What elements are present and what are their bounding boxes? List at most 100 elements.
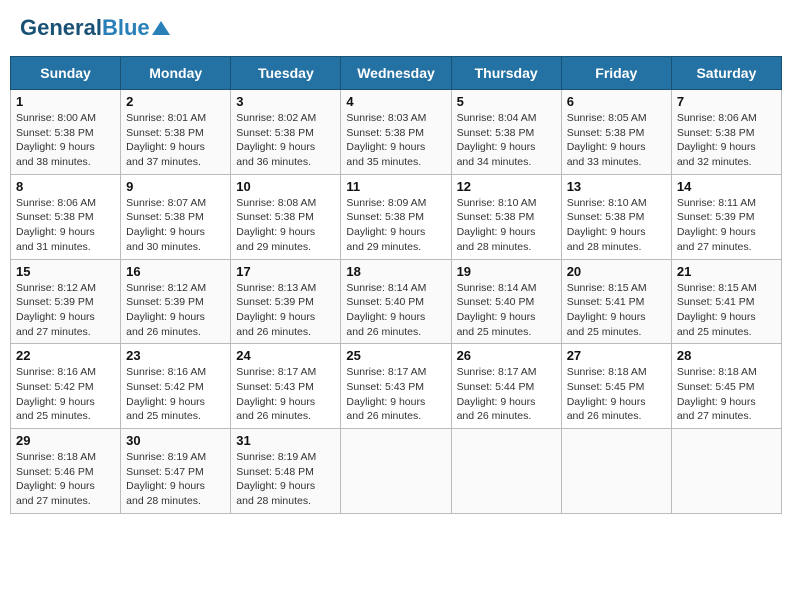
day-info: Sunrise: 8:10 AM Sunset: 5:38 PM Dayligh… bbox=[567, 197, 647, 253]
calendar-cell bbox=[451, 429, 561, 514]
day-info: Sunrise: 8:05 AM Sunset: 5:38 PM Dayligh… bbox=[567, 112, 647, 168]
day-info: Sunrise: 8:06 AM Sunset: 5:38 PM Dayligh… bbox=[16, 197, 96, 253]
day-number: 19 bbox=[457, 264, 556, 279]
day-info: Sunrise: 8:18 AM Sunset: 5:46 PM Dayligh… bbox=[16, 451, 96, 507]
day-number: 7 bbox=[677, 94, 776, 109]
logo-arrow-icon bbox=[152, 19, 170, 37]
day-number: 10 bbox=[236, 179, 335, 194]
calendar-cell bbox=[671, 429, 781, 514]
weekday-header: Monday bbox=[121, 57, 231, 90]
day-number: 17 bbox=[236, 264, 335, 279]
day-info: Sunrise: 8:09 AM Sunset: 5:38 PM Dayligh… bbox=[346, 197, 426, 253]
day-info: Sunrise: 8:12 AM Sunset: 5:39 PM Dayligh… bbox=[16, 282, 96, 338]
calendar-cell: 28 Sunrise: 8:18 AM Sunset: 5:45 PM Dayl… bbox=[671, 344, 781, 429]
day-info: Sunrise: 8:16 AM Sunset: 5:42 PM Dayligh… bbox=[16, 366, 96, 422]
day-info: Sunrise: 8:19 AM Sunset: 5:48 PM Dayligh… bbox=[236, 451, 316, 507]
day-info: Sunrise: 8:02 AM Sunset: 5:38 PM Dayligh… bbox=[236, 112, 316, 168]
calendar-cell: 14 Sunrise: 8:11 AM Sunset: 5:39 PM Dayl… bbox=[671, 174, 781, 259]
day-info: Sunrise: 8:06 AM Sunset: 5:38 PM Dayligh… bbox=[677, 112, 757, 168]
day-number: 18 bbox=[346, 264, 445, 279]
calendar-cell: 1 Sunrise: 8:00 AM Sunset: 5:38 PM Dayli… bbox=[11, 90, 121, 175]
day-info: Sunrise: 8:00 AM Sunset: 5:38 PM Dayligh… bbox=[16, 112, 96, 168]
day-number: 9 bbox=[126, 179, 225, 194]
day-info: Sunrise: 8:01 AM Sunset: 5:38 PM Dayligh… bbox=[126, 112, 206, 168]
day-info: Sunrise: 8:18 AM Sunset: 5:45 PM Dayligh… bbox=[677, 366, 757, 422]
day-number: 23 bbox=[126, 348, 225, 363]
day-info: Sunrise: 8:17 AM Sunset: 5:43 PM Dayligh… bbox=[346, 366, 426, 422]
day-info: Sunrise: 8:19 AM Sunset: 5:47 PM Dayligh… bbox=[126, 451, 206, 507]
day-number: 15 bbox=[16, 264, 115, 279]
calendar-cell: 25 Sunrise: 8:17 AM Sunset: 5:43 PM Dayl… bbox=[341, 344, 451, 429]
weekday-header: Wednesday bbox=[341, 57, 451, 90]
calendar-cell: 6 Sunrise: 8:05 AM Sunset: 5:38 PM Dayli… bbox=[561, 90, 671, 175]
day-number: 20 bbox=[567, 264, 666, 279]
day-number: 14 bbox=[677, 179, 776, 194]
calendar-week-row: 15 Sunrise: 8:12 AM Sunset: 5:39 PM Dayl… bbox=[11, 259, 782, 344]
calendar-cell: 21 Sunrise: 8:15 AM Sunset: 5:41 PM Dayl… bbox=[671, 259, 781, 344]
day-number: 27 bbox=[567, 348, 666, 363]
calendar-cell: 31 Sunrise: 8:19 AM Sunset: 5:48 PM Dayl… bbox=[231, 429, 341, 514]
day-info: Sunrise: 8:08 AM Sunset: 5:38 PM Dayligh… bbox=[236, 197, 316, 253]
day-info: Sunrise: 8:11 AM Sunset: 5:39 PM Dayligh… bbox=[677, 197, 756, 253]
day-number: 30 bbox=[126, 433, 225, 448]
day-info: Sunrise: 8:13 AM Sunset: 5:39 PM Dayligh… bbox=[236, 282, 316, 338]
calendar-week-row: 1 Sunrise: 8:00 AM Sunset: 5:38 PM Dayli… bbox=[11, 90, 782, 175]
calendar-cell: 15 Sunrise: 8:12 AM Sunset: 5:39 PM Dayl… bbox=[11, 259, 121, 344]
weekday-header: Sunday bbox=[11, 57, 121, 90]
day-number: 11 bbox=[346, 179, 445, 194]
calendar-week-row: 22 Sunrise: 8:16 AM Sunset: 5:42 PM Dayl… bbox=[11, 344, 782, 429]
day-number: 6 bbox=[567, 94, 666, 109]
calendar-cell: 5 Sunrise: 8:04 AM Sunset: 5:38 PM Dayli… bbox=[451, 90, 561, 175]
day-number: 28 bbox=[677, 348, 776, 363]
calendar-cell: 29 Sunrise: 8:18 AM Sunset: 5:46 PM Dayl… bbox=[11, 429, 121, 514]
calendar-cell: 2 Sunrise: 8:01 AM Sunset: 5:38 PM Dayli… bbox=[121, 90, 231, 175]
calendar-cell: 27 Sunrise: 8:18 AM Sunset: 5:45 PM Dayl… bbox=[561, 344, 671, 429]
calendar-body: 1 Sunrise: 8:00 AM Sunset: 5:38 PM Dayli… bbox=[11, 90, 782, 514]
day-info: Sunrise: 8:07 AM Sunset: 5:38 PM Dayligh… bbox=[126, 197, 206, 253]
calendar-cell bbox=[341, 429, 451, 514]
calendar-cell: 17 Sunrise: 8:13 AM Sunset: 5:39 PM Dayl… bbox=[231, 259, 341, 344]
calendar-cell: 13 Sunrise: 8:10 AM Sunset: 5:38 PM Dayl… bbox=[561, 174, 671, 259]
day-number: 24 bbox=[236, 348, 335, 363]
calendar-cell: 24 Sunrise: 8:17 AM Sunset: 5:43 PM Dayl… bbox=[231, 344, 341, 429]
calendar-cell: 9 Sunrise: 8:07 AM Sunset: 5:38 PM Dayli… bbox=[121, 174, 231, 259]
day-number: 4 bbox=[346, 94, 445, 109]
day-info: Sunrise: 8:15 AM Sunset: 5:41 PM Dayligh… bbox=[677, 282, 757, 338]
calendar-cell: 11 Sunrise: 8:09 AM Sunset: 5:38 PM Dayl… bbox=[341, 174, 451, 259]
calendar-week-row: 8 Sunrise: 8:06 AM Sunset: 5:38 PM Dayli… bbox=[11, 174, 782, 259]
day-info: Sunrise: 8:14 AM Sunset: 5:40 PM Dayligh… bbox=[457, 282, 537, 338]
calendar-cell: 22 Sunrise: 8:16 AM Sunset: 5:42 PM Dayl… bbox=[11, 344, 121, 429]
calendar-cell: 8 Sunrise: 8:06 AM Sunset: 5:38 PM Dayli… bbox=[11, 174, 121, 259]
day-info: Sunrise: 8:17 AM Sunset: 5:44 PM Dayligh… bbox=[457, 366, 537, 422]
day-number: 25 bbox=[346, 348, 445, 363]
calendar-week-row: 29 Sunrise: 8:18 AM Sunset: 5:46 PM Dayl… bbox=[11, 429, 782, 514]
day-info: Sunrise: 8:04 AM Sunset: 5:38 PM Dayligh… bbox=[457, 112, 537, 168]
day-number: 2 bbox=[126, 94, 225, 109]
day-number: 12 bbox=[457, 179, 556, 194]
calendar-header-row: SundayMondayTuesdayWednesdayThursdayFrid… bbox=[11, 57, 782, 90]
weekday-header: Tuesday bbox=[231, 57, 341, 90]
header: GeneralBlue bbox=[10, 10, 782, 46]
calendar-cell: 3 Sunrise: 8:02 AM Sunset: 5:38 PM Dayli… bbox=[231, 90, 341, 175]
day-info: Sunrise: 8:12 AM Sunset: 5:39 PM Dayligh… bbox=[126, 282, 206, 338]
day-number: 22 bbox=[16, 348, 115, 363]
calendar-cell: 12 Sunrise: 8:10 AM Sunset: 5:38 PM Dayl… bbox=[451, 174, 561, 259]
calendar-cell: 26 Sunrise: 8:17 AM Sunset: 5:44 PM Dayl… bbox=[451, 344, 561, 429]
day-number: 8 bbox=[16, 179, 115, 194]
day-info: Sunrise: 8:14 AM Sunset: 5:40 PM Dayligh… bbox=[346, 282, 426, 338]
day-number: 29 bbox=[16, 433, 115, 448]
calendar: SundayMondayTuesdayWednesdayThursdayFrid… bbox=[10, 56, 782, 514]
day-number: 16 bbox=[126, 264, 225, 279]
calendar-cell: 10 Sunrise: 8:08 AM Sunset: 5:38 PM Dayl… bbox=[231, 174, 341, 259]
calendar-cell: 19 Sunrise: 8:14 AM Sunset: 5:40 PM Dayl… bbox=[451, 259, 561, 344]
day-info: Sunrise: 8:16 AM Sunset: 5:42 PM Dayligh… bbox=[126, 366, 206, 422]
logo: GeneralBlue bbox=[20, 15, 170, 41]
calendar-cell bbox=[561, 429, 671, 514]
day-number: 5 bbox=[457, 94, 556, 109]
calendar-cell: 7 Sunrise: 8:06 AM Sunset: 5:38 PM Dayli… bbox=[671, 90, 781, 175]
day-number: 13 bbox=[567, 179, 666, 194]
logo-text: GeneralBlue bbox=[20, 15, 150, 41]
calendar-cell: 20 Sunrise: 8:15 AM Sunset: 5:41 PM Dayl… bbox=[561, 259, 671, 344]
day-info: Sunrise: 8:18 AM Sunset: 5:45 PM Dayligh… bbox=[567, 366, 647, 422]
day-info: Sunrise: 8:10 AM Sunset: 5:38 PM Dayligh… bbox=[457, 197, 537, 253]
